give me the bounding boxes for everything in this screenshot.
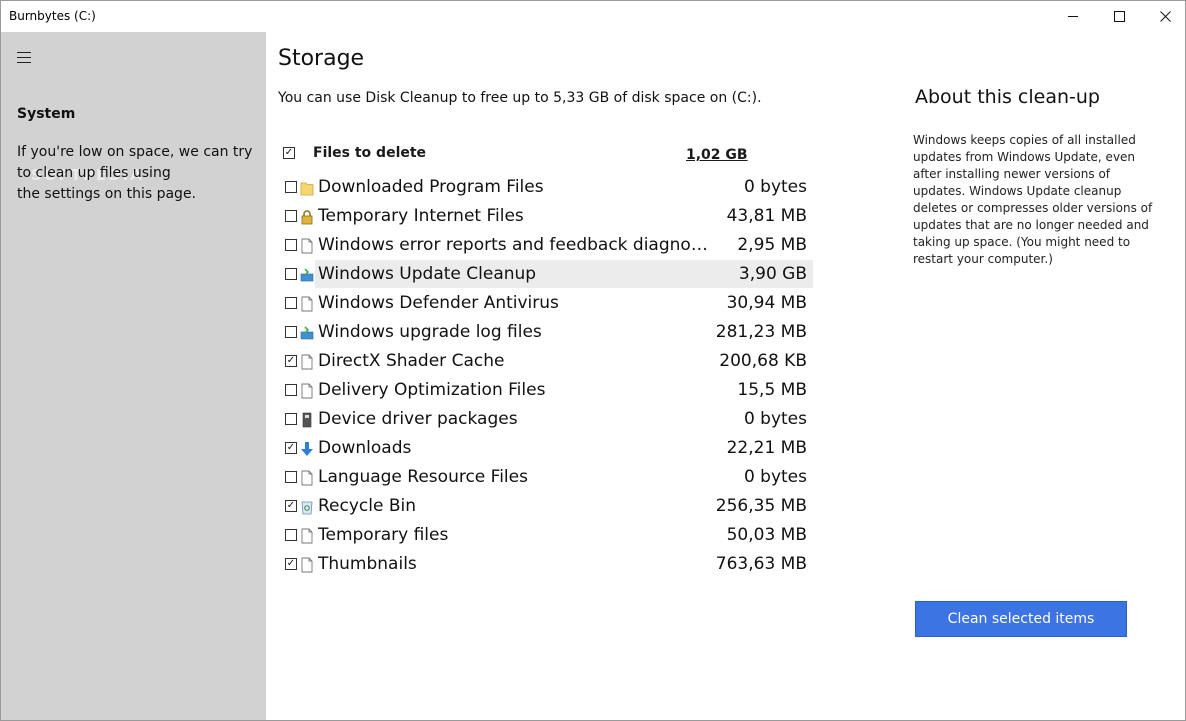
file-row[interactable]: Windows Defender Antivirus 30,94 MB <box>283 289 813 318</box>
file-row-size: 0 bytes <box>743 467 807 487</box>
minimize-button[interactable] <box>1050 1 1096 32</box>
update-icon <box>300 267 314 283</box>
file-row[interactable]: Device driver packages 0 bytes <box>283 405 813 434</box>
main-panel: Storage You can use Disk Cleanup to free… <box>266 32 1185 720</box>
file-row-name: Thumbnails <box>318 554 417 574</box>
file-row[interactable]: Windows error reports and feedback diagn… <box>283 231 813 260</box>
file-row-checkbox[interactable]: ✓ <box>285 500 297 512</box>
page-title: Storage <box>278 46 365 71</box>
file-row-name: Temporary files <box>318 525 449 545</box>
file-row-size: 256,35 MB <box>715 496 807 516</box>
lock-icon <box>300 209 314 225</box>
file-icon <box>300 238 314 254</box>
files-to-delete-label: Files to delete <box>313 145 427 161</box>
file-row[interactable]: Language Resource Files 0 bytes <box>283 463 813 492</box>
about-title: About this clean-up <box>915 86 1100 108</box>
file-row-checkbox[interactable] <box>285 210 297 222</box>
file-row-size: 50,03 MB <box>726 525 807 545</box>
page-subtitle: You can use Disk Cleanup to free up to 5… <box>278 90 762 106</box>
file-row[interactable]: Downloaded Program Files 0 bytes <box>283 173 813 202</box>
close-icon <box>1159 11 1171 22</box>
hamburger-menu-icon[interactable] <box>17 52 31 64</box>
file-row-size: 30,94 MB <box>726 293 807 313</box>
file-row[interactable]: Temporary files 50,03 MB <box>283 521 813 550</box>
file-row-name: Windows Update Cleanup <box>318 264 537 284</box>
file-row-size: 2,95 MB <box>737 235 807 255</box>
file-row-checkbox[interactable]: ✓ <box>285 442 297 454</box>
file-row[interactable]: ✓ Downloads 22,21 MB <box>283 434 813 463</box>
file-row[interactable]: Temporary Internet Files 43,81 MB <box>283 202 813 231</box>
file-row-name: Recycle Bin <box>318 496 417 516</box>
file-row-name: Downloads <box>318 438 412 458</box>
file-icon <box>300 354 314 370</box>
file-row-checkbox[interactable] <box>285 326 297 338</box>
file-row[interactable]: Windows upgrade log files 281,23 MB <box>283 318 813 347</box>
file-row-name: Language Resource Files <box>318 467 528 487</box>
file-row-checkbox[interactable] <box>285 297 297 309</box>
minimize-icon <box>1068 16 1078 17</box>
file-row-size: 281,23 MB <box>715 322 807 342</box>
close-button[interactable] <box>1142 1 1185 32</box>
sidebar-title: System <box>17 106 76 122</box>
folder-icon <box>300 180 314 196</box>
file-row-size: 3,90 GB <box>738 264 807 284</box>
file-icon <box>300 296 314 312</box>
file-row-name: Windows Defender Antivirus <box>318 293 559 313</box>
file-row-checkbox[interactable] <box>285 413 297 425</box>
file-icon <box>300 470 314 486</box>
recycle-bin-icon <box>300 499 314 515</box>
file-row[interactable]: ✓ Thumbnails 763,63 MB <box>283 550 813 579</box>
app-window: Burnbytes (C:) System SOFTPEDIA If you'r… <box>0 0 1186 721</box>
file-row-checkbox[interactable] <box>285 529 297 541</box>
sidebar: System SOFTPEDIA If you're low on space,… <box>1 32 266 720</box>
file-row-checkbox[interactable] <box>285 471 297 483</box>
file-list: Downloaded Program Files 0 bytes Temporary… <box>283 173 813 579</box>
file-row-name: Downloaded Program Files <box>318 177 544 197</box>
total-size: 1,02 GB <box>686 147 748 163</box>
file-row-name: Temporary Internet Files <box>318 206 524 226</box>
file-row[interactable]: ✓ Recycle Bin 256,35 MB <box>283 492 813 521</box>
files-to-delete-header: ✓ Files to delete 1,02 GB <box>283 144 803 166</box>
file-icon <box>300 528 314 544</box>
maximize-button[interactable] <box>1096 1 1142 32</box>
file-row-size: 763,63 MB <box>715 554 807 574</box>
sidebar-description: If you're low on space, we can try to cl… <box>17 144 253 202</box>
title-bar[interactable]: Burnbytes (C:) <box>1 1 1185 32</box>
file-row-size: 22,21 MB <box>726 438 807 458</box>
file-row-size: 15,5 MB <box>737 380 807 400</box>
file-row-checkbox[interactable] <box>285 384 297 396</box>
file-row-checkbox[interactable] <box>285 239 297 251</box>
window-title: Burnbytes (C:) <box>9 9 96 23</box>
file-row[interactable]: ✓ DirectX Shader Cache 200,68 KB <box>283 347 813 376</box>
file-row-checkbox[interactable] <box>285 181 297 193</box>
file-row-size: 43,81 MB <box>726 206 807 226</box>
file-row-name: DirectX Shader Cache <box>318 351 505 371</box>
file-row-checkbox[interactable]: ✓ <box>285 355 297 367</box>
file-row-name: Windows upgrade log files <box>318 322 542 342</box>
file-row[interactable]: Delivery Optimization Files 15,5 MB <box>283 376 813 405</box>
file-row-size: 0 bytes <box>743 177 807 197</box>
file-row-checkbox[interactable]: ✓ <box>285 558 297 570</box>
file-row[interactable]: Windows Update Cleanup 3,90 GB <box>283 260 813 289</box>
clean-selected-items-button[interactable]: Clean selected items <box>915 601 1127 637</box>
file-row-name: Windows error reports and feedback diagn… <box>318 235 713 255</box>
file-icon <box>300 383 314 399</box>
file-row-name: Device driver packages <box>318 409 518 429</box>
maximize-icon <box>1113 11 1125 22</box>
download-arrow-icon <box>300 441 314 457</box>
file-row-checkbox[interactable] <box>285 268 297 280</box>
about-description: Windows keeps copies of all installed up… <box>913 133 1153 266</box>
file-icon <box>300 557 314 573</box>
select-all-checkbox[interactable]: ✓ <box>283 147 295 159</box>
driver-icon <box>300 412 314 428</box>
file-row-size: 200,68 KB <box>719 351 807 371</box>
update-icon <box>300 325 314 341</box>
file-row-size: 0 bytes <box>743 409 807 429</box>
file-row-name: Delivery Optimization Files <box>318 380 546 400</box>
